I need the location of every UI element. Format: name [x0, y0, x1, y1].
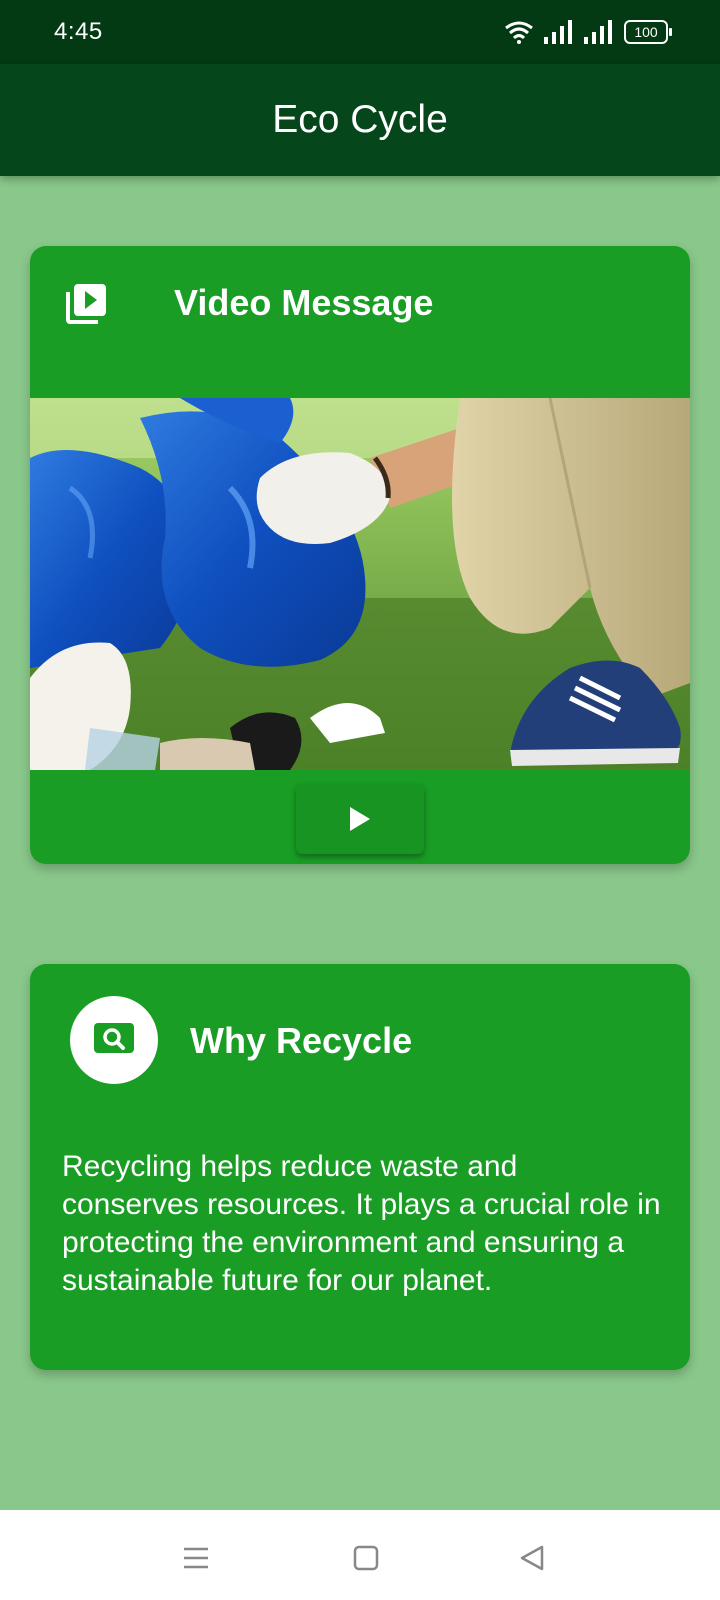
signal-icon: [544, 20, 572, 44]
video-thumbnail-image: [30, 398, 690, 770]
menu-button[interactable]: [176, 1540, 216, 1576]
back-button[interactable]: [512, 1540, 552, 1576]
why-card-title: Why Recycle: [190, 1020, 413, 1061]
why-recycle-card: Why Recycle Recycling helps reduce waste…: [30, 964, 690, 1370]
status-bar: 4:45 100: [0, 0, 720, 64]
search-icon: [94, 1023, 134, 1053]
why-card-body: Recycling helps reduce waste and conserv…: [62, 1150, 661, 1297]
home-button[interactable]: [346, 1540, 386, 1576]
video-thumbnail[interactable]: [30, 398, 690, 770]
wifi-icon: [505, 21, 533, 44]
battery-icon: 100: [624, 20, 672, 44]
play-button[interactable]: [296, 784, 424, 854]
why-recycle-icon-circle: [70, 996, 158, 1084]
back-triangle-icon: [520, 1545, 544, 1571]
video-card-title: Video Message: [174, 282, 434, 323]
video-message-card: Video Message: [30, 246, 690, 864]
signal-icon-2: [584, 20, 612, 44]
video-library-icon: [66, 284, 106, 324]
status-icons: 100: [504, 18, 672, 46]
app-bar: Eco Cycle: [0, 64, 720, 176]
menu-icon: [184, 1547, 208, 1569]
system-nav-bar: [0, 1510, 720, 1600]
status-time: 4:45: [54, 18, 103, 45]
battery-level: 100: [634, 24, 658, 40]
home-square-icon: [353, 1545, 379, 1571]
app-title: Eco Cycle: [272, 98, 448, 141]
play-icon: [350, 807, 370, 831]
